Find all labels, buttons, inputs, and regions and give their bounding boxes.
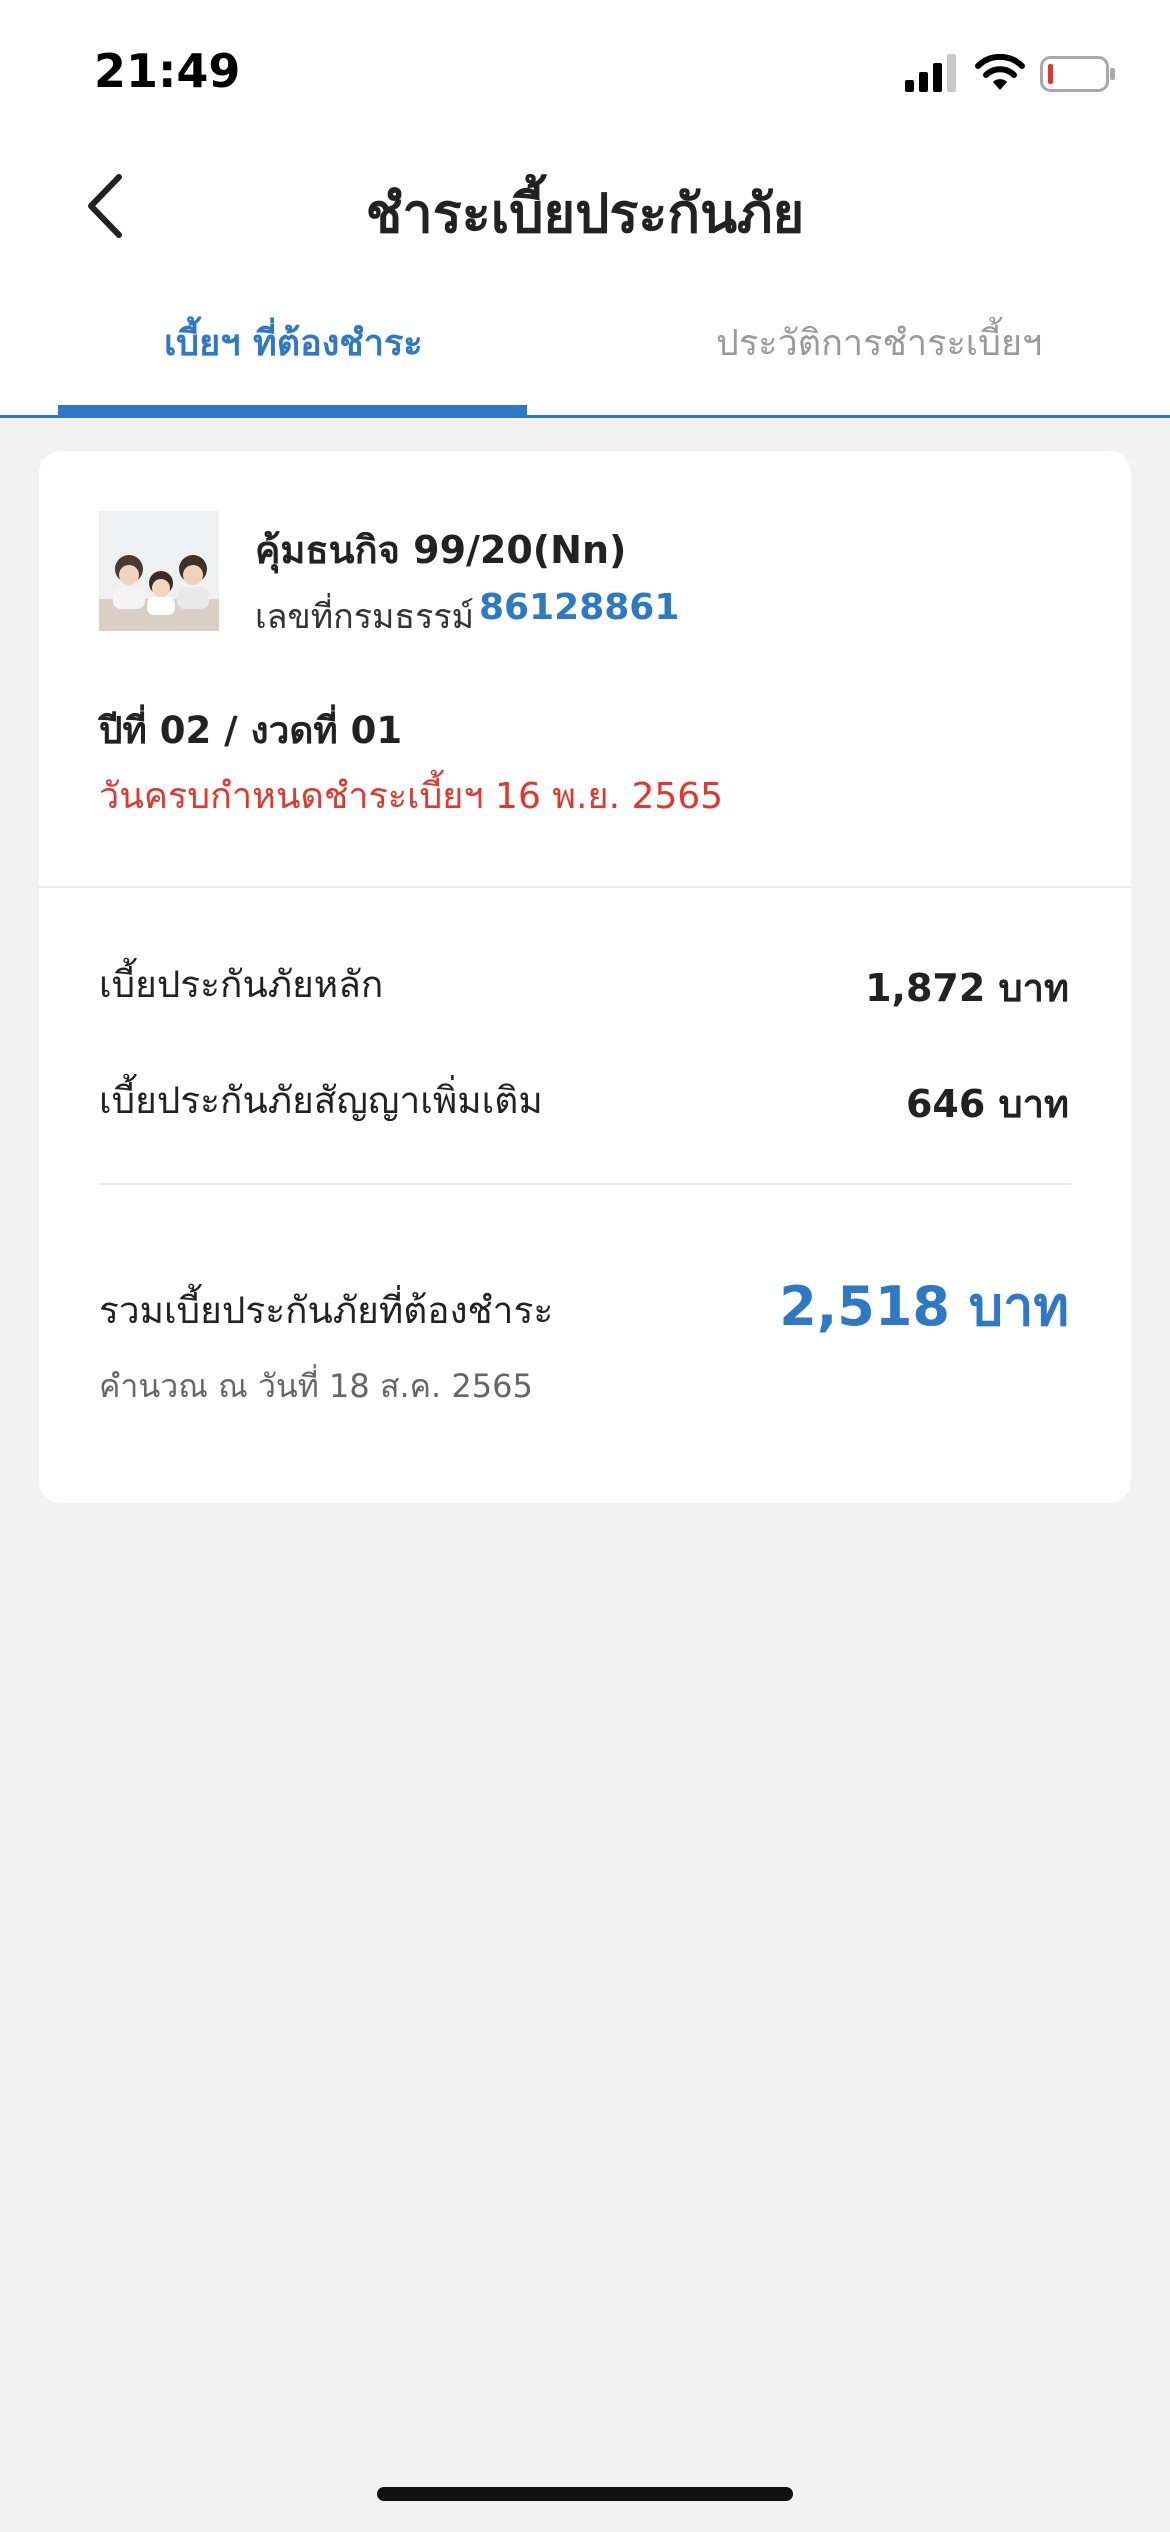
battery-icon — [1040, 56, 1115, 92]
back-button[interactable] — [70, 168, 140, 244]
calculation-date-note: คำนวณ ณ วันที่ 18 ส.ค. 2565 — [99, 1367, 533, 1405]
rider-premium-label: เบี้ยประกันภัยสัญญาเพิ่มเติม — [99, 1079, 543, 1122]
divider — [99, 1183, 1071, 1185]
main-premium-label: เบี้ยประกันภัยหลัก — [99, 963, 384, 1006]
policy-name: คุ้มธนกิจ 99/20(Nn) — [255, 528, 627, 572]
top-bar: 21:49 ชำระเบี้ยประกันภัย เบี้ยฯ ที่ต้องช… — [0, 0, 1170, 418]
chevron-left-icon — [88, 174, 122, 238]
rider-premium-value: 646 บาท — [905, 1082, 1069, 1126]
status-bar: 21:49 — [0, 0, 1170, 140]
policy-period: ปีที่ 02 / งวดที่ 01 — [99, 709, 403, 752]
status-time: 21:49 — [94, 44, 241, 98]
wifi-icon — [975, 53, 1025, 90]
active-tab-indicator — [58, 405, 527, 418]
policy-number: 86128861 — [479, 587, 680, 628]
family-photo-image — [99, 511, 219, 631]
signal-icon — [905, 54, 956, 92]
page-title: ชำระเบี้ยประกันภัย — [365, 182, 805, 245]
tab-payment-history[interactable]: ประวัติการชำระเบี้ยฯ — [716, 314, 1042, 371]
policy-number-label: เลขที่กรมธรรม์ — [255, 597, 475, 637]
total-premium-value: 2,518 บาท — [779, 1275, 1069, 1338]
policy-thumbnail — [99, 511, 219, 631]
tab-premiums-due[interactable]: เบี้ยฯ ที่ต้องชำระ — [164, 314, 423, 371]
total-premium-label: รวมเบี้ยประกันภัยที่ต้องชำระ — [99, 1289, 554, 1332]
tab-bar: เบี้ยฯ ที่ต้องชำระ ประวัติการชำระเบี้ยฯ — [0, 290, 1170, 418]
due-date: วันครบกำหนดชำระเบี้ยฯ 16 พ.ย. 2565 — [99, 776, 724, 817]
premium-card: คุ้มธนกิจ 99/20(Nn) เลขที่กรมธรรม์ 86128… — [39, 451, 1131, 1503]
divider — [39, 886, 1131, 888]
main-premium-value: 1,872 บาท — [865, 966, 1069, 1010]
home-indicator[interactable] — [377, 2487, 793, 2501]
